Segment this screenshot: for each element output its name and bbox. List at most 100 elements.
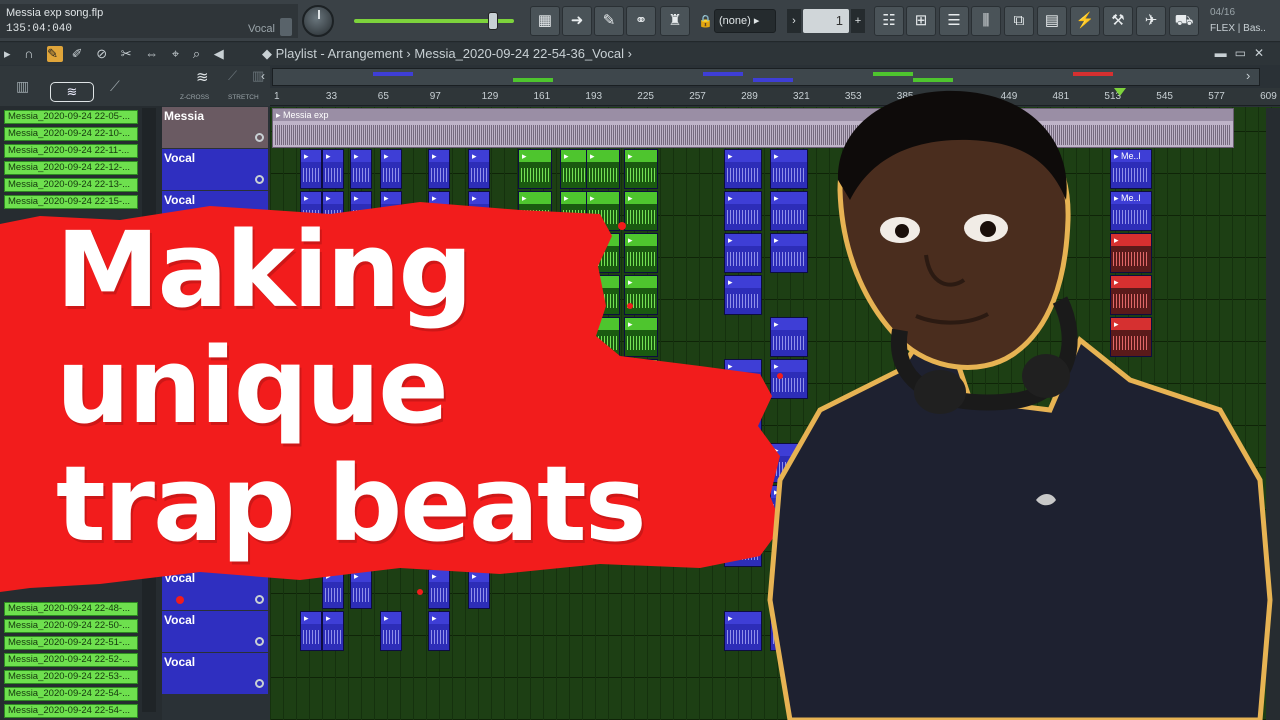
picker-clip-item[interactable]: Messia_2020-09-24 22-52-... (4, 653, 138, 667)
bird-icon[interactable]: ✈ (1136, 6, 1166, 36)
channel-volume-fader[interactable] (280, 18, 292, 36)
picker-clip-item[interactable]: Messia_2020-09-24 22-54-... (4, 687, 138, 701)
vocal-clip[interactable]: ▸ (300, 149, 322, 189)
track-name: Vocal (164, 655, 196, 669)
magnet-icon[interactable]: ∩ (24, 46, 38, 61)
waveform-icon[interactable]: ≋ (196, 68, 209, 86)
overview-clip-marker (703, 72, 743, 76)
track-mute-led[interactable] (255, 637, 264, 646)
timeline-tools: ≋ ⟋ ▥ Z-CROSS STRETCH (162, 66, 270, 106)
arrow-icon[interactable]: ▸ (4, 46, 16, 62)
plugin-icon[interactable]: ⚡ (1070, 6, 1100, 36)
scroll-left-icon[interactable]: ‹ (261, 69, 265, 83)
picker-clip-item[interactable]: Messia_2020-09-24 22-05-... (4, 110, 138, 124)
picker-clip-item[interactable]: Messia_2020-09-24 22-53-... (4, 670, 138, 684)
track-name: Messia (164, 109, 205, 123)
track-header[interactable]: Vocal (162, 149, 268, 190)
headline-line-1: Making (56, 209, 473, 331)
piano-roll-icon[interactable]: ⊞ (906, 6, 936, 36)
ruler-tick: 1 (274, 91, 280, 102)
vocal-clip[interactable]: ▸ (322, 611, 344, 651)
vocal-clip[interactable]: ▸ (380, 149, 402, 189)
mute-icon[interactable]: ✂ (121, 46, 137, 62)
pattern-number-field[interactable]: 1 (803, 9, 849, 33)
maximize-icon[interactable]: ▭ (1235, 46, 1254, 60)
arrow-right-icon[interactable]: ➜ (562, 6, 592, 36)
ruler-tick: 65 (377, 91, 389, 102)
piano-keys-icon[interactable]: ▥ (16, 78, 29, 95)
picker-clip-item[interactable]: Messia_2020-09-24 22-50-... (4, 619, 138, 633)
vocal-clip[interactable]: ▸ (518, 149, 552, 189)
playlist-icon[interactable]: ☷ (874, 6, 904, 36)
breadcrumb-separator: › (406, 46, 411, 61)
close-icon[interactable]: ✕ (1254, 46, 1272, 60)
delete-icon[interactable]: ⊘ (96, 46, 112, 62)
track-mute-led[interactable] (255, 679, 264, 688)
person-photo (767, 90, 1273, 720)
lock-icon: 🔒 (698, 14, 713, 28)
clip-label: Messia exp (283, 110, 329, 120)
select-icon[interactable]: ⌖ (172, 46, 184, 62)
picker-clip-item[interactable]: Messia_2020-09-24 22-51-... (4, 636, 138, 650)
pattern-selector[interactable]: (none) ▸ (714, 9, 776, 33)
track-header[interactable]: Vocal (162, 611, 268, 652)
picker-clip-item[interactable]: Messia_2020-09-24 22-11-... (4, 144, 138, 158)
track-mute-led[interactable] (255, 175, 264, 184)
audio-clips-tab[interactable]: ≋ (50, 82, 94, 102)
person-icon[interactable]: ⚒ (1103, 6, 1133, 36)
track-mute-led[interactable] (255, 133, 264, 142)
browser-icon[interactable]: ⧉ (1004, 6, 1034, 36)
vocal-clip[interactable]: ▸ (350, 149, 372, 189)
playlist-menu-icon[interactable]: ◆ (262, 46, 272, 61)
picker-clip-item[interactable]: Messia_2020-09-24 22-12-... (4, 161, 138, 175)
minimize-icon[interactable]: ▬ (1215, 46, 1235, 60)
ruler-tick: 33 (325, 91, 338, 102)
paint-icon[interactable]: ✐ (72, 46, 88, 62)
pattern-add-button[interactable]: + (851, 9, 865, 33)
waveform (325, 630, 341, 644)
stamp-icon[interactable]: ♜ (660, 6, 690, 36)
mixer-icon[interactable]: ⫼ (971, 6, 1001, 36)
clip-header: ▸ (469, 150, 489, 162)
file-icon[interactable]: ▤ (1037, 6, 1067, 36)
vocal-clip[interactable]: ▸ (380, 611, 402, 651)
automation-icon[interactable]: ⟋ (110, 78, 120, 95)
track-header[interactable]: Messia (162, 107, 268, 148)
vocal-clip[interactable]: ▸ (428, 611, 450, 651)
slider-thumb[interactable] (488, 12, 498, 30)
vocal-clip[interactable]: ▸ (624, 149, 658, 189)
picker-clip-item[interactable]: Messia_2020-09-24 22-54-... (4, 704, 138, 718)
draw-icon[interactable]: ✎ (47, 46, 64, 62)
brush-icon[interactable]: ✎ (594, 6, 624, 36)
vocal-clip[interactable]: ▸ (300, 611, 322, 651)
picker-clip-item[interactable]: Messia_2020-09-24 22-10-... (4, 127, 138, 141)
ruler-tick: 193 (585, 91, 603, 102)
ruler-tick: 257 (689, 91, 706, 102)
waveform (303, 630, 319, 644)
vocal-clip[interactable]: ▸ (586, 149, 620, 189)
vocal-clip[interactable]: ▸ (468, 149, 490, 189)
version-date: 04/16 (1210, 7, 1236, 18)
piano-icon[interactable]: ▦ (530, 6, 560, 36)
clip-header: ▸ (519, 150, 551, 162)
playlist-breadcrumb: ◆ Playlist - Arrangement › Messia_2020-0… (262, 46, 632, 62)
playlist-header: ▸ ∩ ✎ ✐ ⊘ ✂ ⇔ ⌖ ⌕ ◀ ◆ Playlist - Arrange… (0, 43, 1280, 65)
overview-clip-marker (873, 72, 913, 76)
pattern-prev-button[interactable]: › (787, 9, 801, 33)
stretch-label: STRETCH (228, 94, 259, 101)
waveform (383, 630, 399, 644)
vocal-clip[interactable]: ▸ (322, 149, 344, 189)
clip-header: ▸ (587, 150, 619, 162)
channel-rack-icon[interactable]: ☰ (939, 6, 969, 36)
slip-icon[interactable]: ⇔ (145, 46, 163, 61)
zoom-icon[interactable]: ⌕ (193, 46, 205, 62)
cart-icon[interactable]: ⛟ (1169, 6, 1199, 36)
playback-icon[interactable]: ◀ (214, 46, 229, 62)
waveform (521, 168, 549, 182)
curve-icon[interactable]: ⟋ (228, 68, 237, 84)
vocal-clip[interactable]: ▸ (428, 149, 450, 189)
master-volume-knob[interactable] (302, 5, 334, 37)
picker-clip-item[interactable]: Messia_2020-09-24 22-13-... (4, 178, 138, 192)
link-icon[interactable]: ⚭ (626, 6, 656, 36)
track-header[interactable]: Vocal (162, 653, 268, 694)
